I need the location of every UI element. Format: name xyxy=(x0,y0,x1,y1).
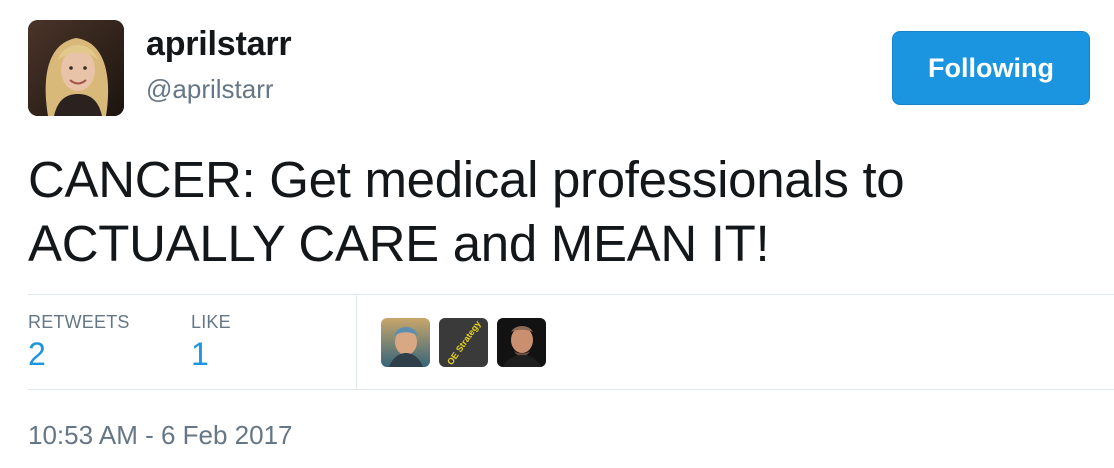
profile-avatar[interactable] xyxy=(28,20,124,116)
user-handle[interactable]: @aprilstarr xyxy=(146,72,291,106)
tweet-text-line-2: ACTUALLY CARE and MEAN IT! xyxy=(28,215,770,272)
tweet-timestamp[interactable]: 10:53 AM - 6 Feb 2017 xyxy=(28,418,293,452)
user-info: aprilstarr @aprilstarr xyxy=(146,24,292,106)
user-avatar-icon xyxy=(497,318,546,367)
oe-strategy-avatar-icon: OE Strategy xyxy=(439,318,488,367)
tweet-header: aprilstarr @aprilstarr Following xyxy=(0,0,1114,130)
display-name[interactable]: aprilstarr xyxy=(146,24,292,64)
retweets-count: 2 xyxy=(28,336,46,372)
liker-avatars: OE Strategy xyxy=(381,318,546,367)
tweet-text-line-1: CANCER: Get medical professionals to xyxy=(28,151,905,208)
likes-label: LIKE xyxy=(191,312,231,332)
tweet-stats: RETWEETS 2 LIKE 1 OE Strategy xyxy=(28,294,1114,390)
likes-stat[interactable]: LIKE 1 xyxy=(191,311,231,373)
profile-photo-icon xyxy=(28,20,124,116)
retweets-label: RETWEETS xyxy=(28,312,130,332)
following-button[interactable]: Following xyxy=(892,31,1090,105)
liker-avatar-2[interactable]: OE Strategy xyxy=(439,318,488,367)
liker-avatar-1[interactable] xyxy=(381,318,430,367)
liker-avatar-3[interactable] xyxy=(497,318,546,367)
likes-count: 1 xyxy=(191,336,209,372)
stats-divider xyxy=(356,295,357,389)
retweets-stat[interactable]: RETWEETS 2 xyxy=(28,311,130,373)
user-avatar-icon xyxy=(381,318,430,367)
tweet-text: CANCER: Get medical professionals to ACT… xyxy=(28,148,1088,276)
